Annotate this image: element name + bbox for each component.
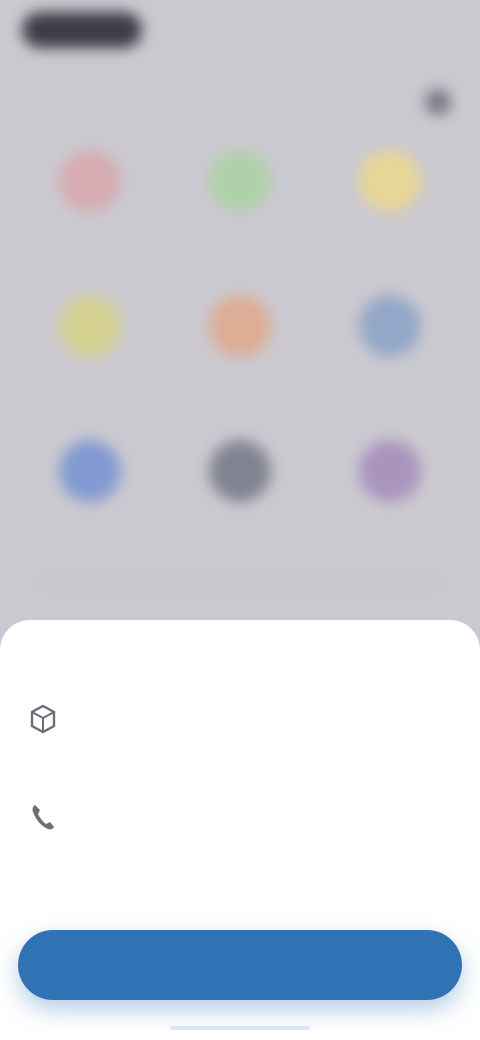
status-pill	[22, 12, 142, 48]
tile-icon	[209, 295, 271, 357]
grid-tile-9[interactable]	[330, 440, 450, 560]
background-app	[0, 0, 480, 640]
tile-icon	[59, 440, 121, 502]
home-indicator	[170, 1026, 310, 1030]
grid-tile-6[interactable]	[330, 295, 450, 415]
permission-sheet	[0, 620, 480, 1040]
tile-icon	[209, 150, 271, 212]
screen	[0, 0, 480, 1040]
tile-icon	[59, 295, 121, 357]
grid-tile-5[interactable]	[180, 295, 300, 415]
grid-tile-2[interactable]	[180, 150, 300, 270]
grid-tile-8[interactable]	[180, 440, 300, 560]
allow-button[interactable]	[18, 930, 462, 1000]
more-icon[interactable]	[426, 90, 450, 114]
grid-tile-7[interactable]	[30, 440, 150, 560]
grid-tile-3[interactable]	[330, 150, 450, 270]
tile-icon	[359, 440, 421, 502]
tile-icon	[359, 295, 421, 357]
grid-tile-4[interactable]	[30, 295, 150, 415]
tile-icon	[59, 150, 121, 212]
page-title	[170, 92, 310, 112]
tile-icon	[209, 440, 271, 502]
tile-icon	[359, 150, 421, 212]
app-icon	[30, 704, 56, 734]
grid-tile-1[interactable]	[30, 150, 150, 270]
divider	[40, 582, 440, 584]
phone-icon	[32, 805, 54, 830]
